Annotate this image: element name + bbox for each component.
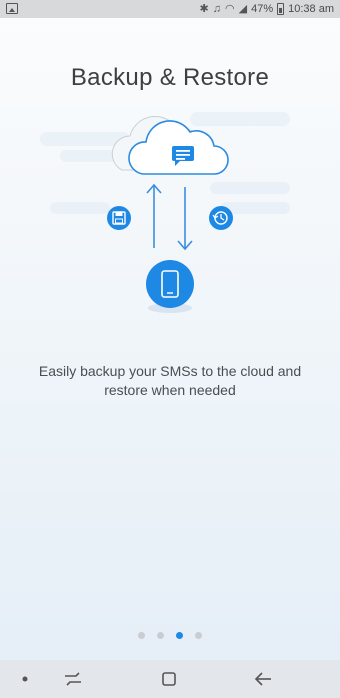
back-icon[interactable] xyxy=(252,669,274,689)
mute-icon: ♫ xyxy=(212,3,222,15)
description-text: Easily backup your SMSs to the cloud and… xyxy=(38,363,302,398)
page-dot-active[interactable] xyxy=(176,632,183,639)
home-icon[interactable] xyxy=(158,669,180,689)
save-icon xyxy=(107,206,131,230)
page-indicator xyxy=(0,632,340,639)
battery-percent: 47% xyxy=(251,3,274,15)
home-dot-icon[interactable] xyxy=(14,669,36,689)
page-dot[interactable] xyxy=(195,632,202,639)
gallery-icon xyxy=(6,3,18,14)
restore-icon xyxy=(209,206,233,230)
signal-icon: ◢ xyxy=(238,3,248,15)
backup-illustration xyxy=(40,112,290,313)
page-dot[interactable] xyxy=(138,632,145,639)
page-title: Backup & Restore xyxy=(70,64,270,91)
status-icons: ✱ ♫ ◠ ◢ 47% 10:38 am xyxy=(200,2,334,16)
clock: 10:38 am xyxy=(288,3,334,15)
download-arrow-icon xyxy=(177,187,193,251)
navigation-bar xyxy=(0,660,340,698)
phone-icon xyxy=(146,260,194,313)
bluetooth-icon: ✱ xyxy=(199,3,209,15)
battery-icon xyxy=(277,3,285,15)
page-dot[interactable] xyxy=(157,632,164,639)
recents-icon[interactable] xyxy=(62,669,84,689)
status-bar: ✱ ♫ ◠ ◢ 47% 10:38 am xyxy=(0,0,340,18)
wifi-icon: ◠ xyxy=(225,3,235,15)
upload-arrow-icon xyxy=(146,183,162,248)
